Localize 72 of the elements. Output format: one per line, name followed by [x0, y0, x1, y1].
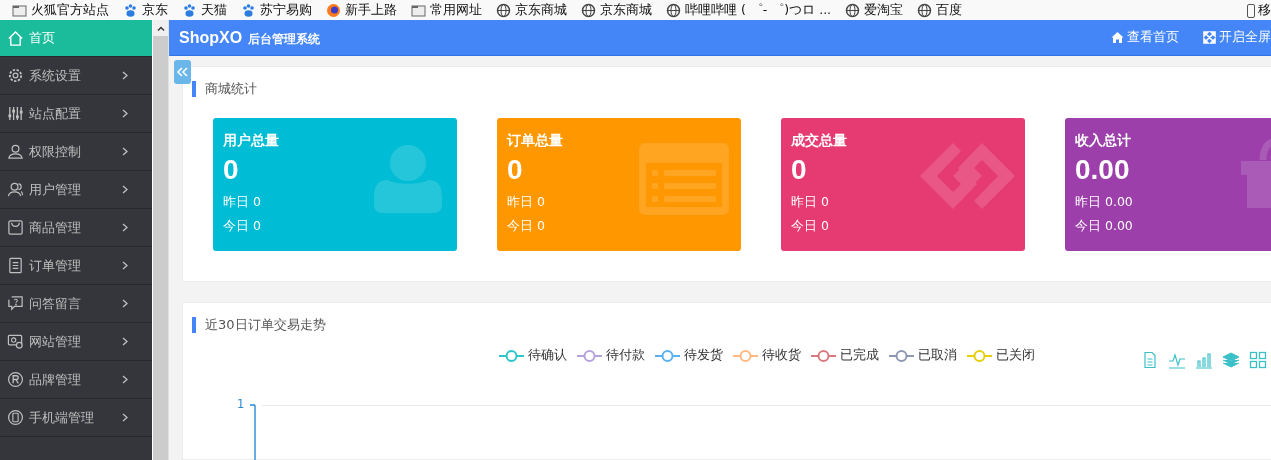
- paw-icon: [123, 2, 138, 18]
- mobile-bookmark[interactable]: 移: [1247, 2, 1271, 19]
- phone-icon: [1247, 3, 1255, 18]
- bookmark[interactable]: 哔哩哔哩 ( ゜- ゜)つロ ...: [666, 1, 832, 19]
- legend-item[interactable]: 已取消: [889, 347, 957, 364]
- yesterday-stat: 昨日 0: [507, 194, 545, 211]
- legend-item[interactable]: 待付款: [577, 347, 645, 364]
- stat-title: 用户总量: [223, 132, 279, 150]
- users-icon: [7, 181, 24, 198]
- line-chart-icon[interactable]: [1168, 351, 1186, 369]
- bag-icon: [7, 219, 24, 236]
- stat-value: 0: [507, 154, 523, 186]
- legend-item[interactable]: 已关闭: [967, 347, 1035, 364]
- registered-icon: [7, 371, 24, 388]
- gear-icon: [7, 67, 24, 84]
- monitor-gear-icon: [7, 333, 24, 350]
- list-window-icon: [639, 143, 731, 215]
- paw-icon: [241, 2, 256, 18]
- grid-icon[interactable]: [1249, 351, 1267, 369]
- legend-item[interactable]: 已完成: [811, 347, 879, 364]
- stat-value: 0: [791, 154, 807, 186]
- bookmark[interactable]: 常用网址: [411, 1, 482, 19]
- yesterday-stat: 昨日 0.00: [1075, 194, 1133, 211]
- browser-logo-icon: [326, 2, 341, 18]
- today-stat: 今日 0: [507, 218, 545, 235]
- y-axis-tick-label: 1: [237, 397, 245, 411]
- bookmark[interactable]: 爱淘宝: [845, 1, 904, 19]
- document-icon: [7, 257, 24, 274]
- bar-chart-icon[interactable]: [1195, 351, 1213, 369]
- bookmark[interactable]: 火狐官方站点: [12, 1, 109, 19]
- bookmark[interactable]: 新手上路: [326, 1, 397, 19]
- stat-title: 收入总计: [1075, 132, 1131, 150]
- data-view-icon[interactable]: [1141, 351, 1159, 369]
- question-chat-icon: [7, 295, 24, 312]
- yesterday-stat: 昨日 0: [791, 194, 829, 211]
- linked-diamonds-icon: [920, 143, 1015, 209]
- phone-icon: [7, 409, 24, 426]
- bookmark[interactable]: 天猫: [182, 1, 227, 19]
- sliders-icon: [7, 105, 24, 122]
- legend-item[interactable]: 待收货: [733, 347, 801, 364]
- bookmark[interactable]: 京东: [123, 1, 168, 19]
- globe-icon: [917, 2, 933, 18]
- yesterday-stat: 昨日 0: [223, 194, 261, 211]
- bookmark[interactable]: 京东商城: [581, 1, 652, 19]
- double-chevron-left-icon: [177, 67, 188, 77]
- globe-icon: [666, 2, 681, 18]
- bookmark[interactable]: 百度: [917, 1, 963, 19]
- today-stat: 今日 0.00: [1075, 218, 1133, 235]
- stat-title: 成交总量: [791, 132, 847, 150]
- globe-icon: [581, 2, 596, 18]
- bookmark[interactable]: 京东商城: [496, 1, 567, 19]
- today-stat: 今日 0: [223, 218, 261, 235]
- stat-value: 0.00: [1075, 154, 1130, 186]
- panel-title: 商城统计: [205, 80, 257, 98]
- panel-title: 近30日订单交易走势: [205, 316, 326, 334]
- legend-item[interactable]: 待发货: [655, 347, 723, 364]
- bookmark[interactable]: 苏宁易购: [241, 1, 312, 19]
- collapse-sidebar-button[interactable]: [174, 60, 191, 84]
- paw-icon: [182, 2, 197, 18]
- system-subtitle: 后台管理系统: [248, 31, 321, 47]
- legend-item[interactable]: 待确认: [499, 347, 567, 364]
- y-axis-line: [250, 404, 258, 460]
- stack-icon[interactable]: [1222, 351, 1240, 369]
- home-icon: [1111, 31, 1124, 44]
- globe-icon: [496, 2, 511, 18]
- stat-title: 订单总量: [507, 132, 563, 150]
- logo-text: ShopXO: [179, 28, 243, 47]
- globe-icon: [845, 2, 861, 18]
- today-stat: 今日 0: [791, 218, 829, 235]
- stat-value: 0: [223, 154, 239, 186]
- home-icon: [7, 29, 24, 47]
- user-icon: [7, 143, 24, 160]
